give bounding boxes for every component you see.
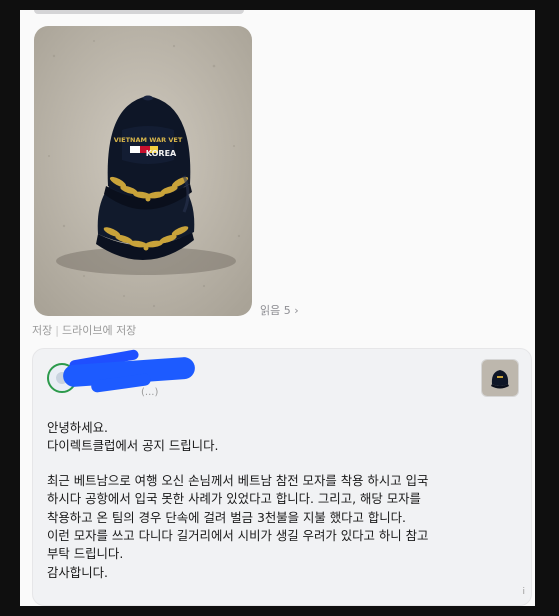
body-line: 하시다 공항에서 입국 못한 사례가 있었다고 합니다. 그리고, 해당 모자를 [47,491,421,507]
read-count: 읽음 5 › [260,302,299,318]
email-preview-card[interactable]: (...) 안녕하세요. 다이렉트클럽에서 공지 드립니다. 최근 베트남으로 … [32,348,532,606]
cap-photo[interactable]: VIETNAM WAR VET KOREA [34,26,252,316]
sender-address: (...) [141,387,159,398]
cap-text-line2: KOREA [146,149,177,158]
cap-text-line1: VIETNAM WAR VET [114,136,183,144]
previous-message-edge [34,10,244,14]
chevron-right-icon: › [294,304,299,317]
save-to-drive-link[interactable]: 드라이브에 저장 [62,324,136,337]
body-line: 부탁 드립니다. [47,546,124,562]
body-line: 최근 베트남으로 여행 오신 손님께서 베트남 참전 모자를 착용 하시고 입국 [47,472,429,488]
body-line: 착용하고 온 팀의 경우 단속에 걸려 벌금 3천불을 지불 했다고 합니다. [47,509,406,525]
corner-info-icon: i [522,587,525,597]
greeting-line: 안녕하세요. [47,420,108,435]
screenshot-frame: VIETNAM WAR VET KOREA 읽음 5 › 저장|드라이브에 [20,10,535,606]
attachment-thumbnail[interactable] [481,359,519,397]
body-line: 이런 모자를 쓰고 다니다 길거리에서 시비가 생길 우려가 있다고 하니 참고 [47,528,429,544]
closing-line: 감사합니다. [47,564,108,580]
save-actions: 저장 | 드라이브에 저장 [32,322,136,338]
notice-intro-line: 다이렉트클럽에서 공지 드립니다. [47,438,219,454]
email-body: 안녕하세요. 다이렉트클럽에서 공지 드립니다. 최근 베트남으로 여행 오신 … [47,419,517,582]
read-count-label: 읽음 5 [260,304,291,317]
save-separator: | [55,324,59,337]
save-link[interactable]: 저장 [32,324,52,337]
